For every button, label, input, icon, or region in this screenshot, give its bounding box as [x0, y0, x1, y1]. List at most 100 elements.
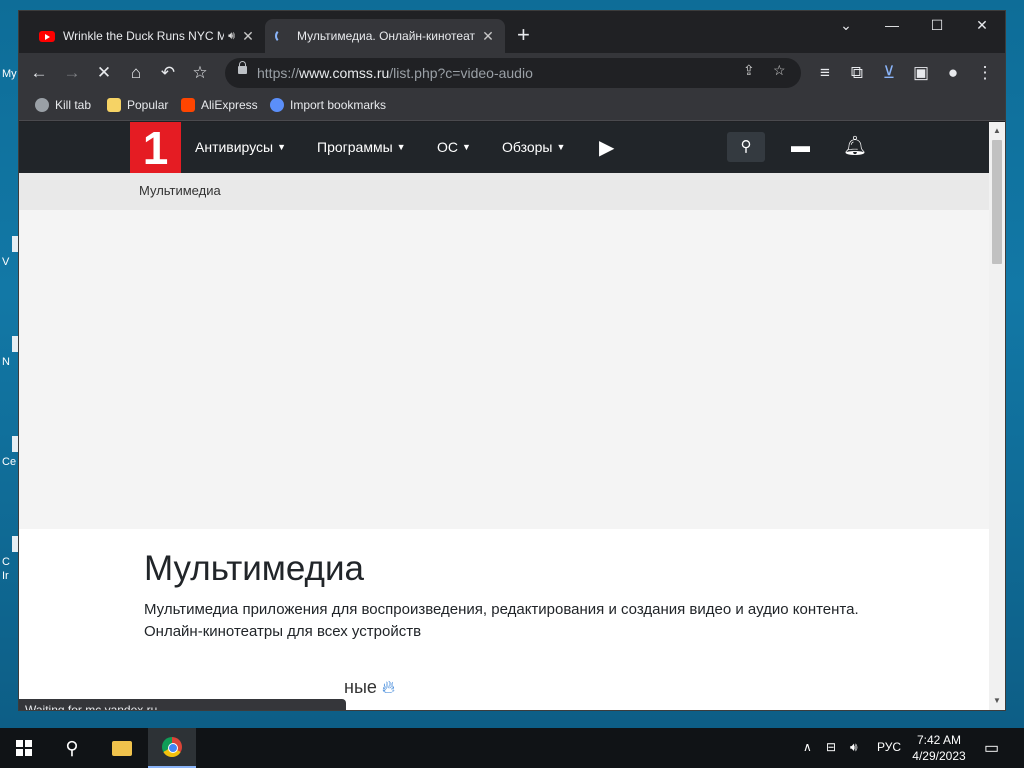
desktop-icon-c[interactable]: C Ir: [0, 536, 18, 592]
gear-icon: [270, 98, 284, 112]
bookmark-aliexpress[interactable]: AliExpress: [181, 98, 258, 112]
caret-down-icon: ▼: [277, 142, 287, 152]
caret-down-icon: ▼: [462, 142, 471, 152]
bookmark-label: Kill tab: [55, 98, 92, 112]
tab-title: Wrinkle the Duck Runs NYC M: [63, 29, 225, 43]
status-bubble: Waiting for mc.yandex.ru...: [19, 699, 346, 710]
clock-time: 7:42 AM: [916, 733, 962, 747]
scroll-down-icon[interactable]: ▼: [993, 696, 1001, 705]
desktop-icon-ce[interactable]: Ce: [0, 436, 18, 492]
desktop-icon-label: Ce: [2, 456, 17, 468]
page-viewport: 1 Антивирусы ▼ Программы ▼ ОС ▼ Обзоры ▼ ▶ ⚲…: [19, 122, 989, 710]
stop-loading-button[interactable]: ✕: [92, 61, 116, 85]
caret-down-icon: ▼: [556, 142, 566, 152]
minimize-button[interactable]: —: [877, 17, 907, 33]
scroll-up-icon[interactable]: ▲: [993, 126, 1001, 135]
bookmark-label: Popular: [127, 98, 169, 112]
share-icon[interactable]: ⇪: [743, 62, 755, 79]
browser-toolbar: ← → ✕ ⌂ ↶ ☆ https://www.comss.ru/list.ph…: [19, 53, 1005, 93]
new-tab-button[interactable]: +: [517, 23, 530, 47]
nav-antivirus[interactable]: Антивирусы ▼: [195, 139, 286, 155]
bookmark-label: Import bookmarks: [290, 98, 387, 112]
tab-youtube[interactable]: Wrinkle the Duck Runs NYC M 🔊︎ ✕: [29, 19, 265, 53]
youtube-icon: [39, 30, 55, 42]
chrome-taskbar-icon[interactable]: [148, 728, 196, 768]
page-scrollbar[interactable]: ▲ ▼: [989, 122, 1005, 710]
file-explorer-icon[interactable]: [98, 728, 146, 768]
undo-icon[interactable]: ↶: [156, 61, 180, 85]
bookmark-star-icon[interactable]: ☆: [773, 62, 786, 79]
nav-label: Обзоры: [502, 139, 553, 155]
site-logo[interactable]: 1: [130, 122, 181, 174]
network-icon[interactable]: ⊟: [826, 740, 836, 754]
windows-icon: [16, 740, 32, 756]
desktop-icon-my-computer[interactable]: My: [0, 48, 18, 104]
play-more-icon[interactable]: ▶: [599, 135, 614, 160]
caret-down-icon: ▼: [396, 142, 406, 152]
page-description: Мультимедиа приложения для воспроизведен…: [144, 601, 859, 640]
nav-programs[interactable]: Программы ▼: [317, 139, 406, 155]
breadcrumb: Мультимедиа: [19, 173, 989, 210]
forward-button[interactable]: →: [60, 61, 84, 85]
bookmark-label: AliExpress: [201, 98, 258, 112]
clock-date: 4/29/2023: [912, 749, 966, 763]
taskbar: ⚲ ∧ ⊟ 🔊︎ РУС 7:42 AM 4/29/2023 ▭: [0, 728, 1024, 768]
speaker-icon[interactable]: 🔊︎: [228, 30, 235, 43]
desktop-icon-n[interactable]: N: [0, 336, 18, 392]
tab-strip: Wrinkle the Duck Runs NYC M 🔊︎ ✕ Мультим…: [19, 11, 1005, 53]
bookmark-popular[interactable]: Popular: [107, 98, 168, 112]
download-icon[interactable]: ⊻: [877, 61, 901, 85]
lock-icon: [238, 61, 247, 74]
desktop-icon-label: Ir: [2, 570, 9, 582]
main-content: Мультимедиа Мультимедиа приложения для в…: [19, 529, 989, 710]
search-icon[interactable]: ⚲: [48, 728, 96, 768]
mouse-cursor: [438, 529, 450, 545]
ad-placeholder: [19, 210, 989, 529]
desktop-icon-label: N: [2, 356, 10, 368]
start-button[interactable]: [0, 728, 48, 768]
nav-label: ОС: [437, 139, 458, 155]
tab-multimedia[interactable]: Мультимедиа. Онлайн-кинотеатры ✕: [265, 19, 505, 53]
bookmarks-bar: Kill tab Popular AliExpress Import bookm…: [19, 93, 1005, 121]
side-panel-icon[interactable]: ▣: [909, 61, 933, 85]
bookmark-import[interactable]: Import bookmarks: [270, 98, 386, 112]
breadcrumb-item[interactable]: Мультимедиа: [139, 183, 221, 198]
nav-reviews[interactable]: Обзоры ▼: [502, 139, 565, 155]
loading-spinner-icon: [275, 29, 289, 43]
close-tab-icon[interactable]: ✕: [481, 28, 495, 45]
tab-search-chevron-icon[interactable]: ⌄: [831, 17, 861, 34]
crop-icon[interactable]: ⧉: [845, 61, 869, 85]
page-title: Мультимедиа: [144, 549, 364, 588]
chat-icon[interactable]: ▬: [791, 136, 810, 158]
volume-icon[interactable]: 🔊︎: [850, 740, 858, 755]
home-button[interactable]: ⌂: [124, 61, 148, 85]
back-button[interactable]: ←: [27, 61, 51, 85]
profile-icon[interactable]: ●: [941, 61, 965, 85]
clock[interactable]: 7:42 AM 4/29/2023: [904, 732, 974, 764]
close-tab-icon[interactable]: ✕: [241, 28, 255, 45]
folder-icon: [107, 98, 121, 112]
maximize-button[interactable]: ☐: [922, 17, 952, 34]
section-heading-text: ные: [344, 677, 377, 697]
browser-window: Wrinkle the Duck Runs NYC M 🔊︎ ✕ Мультим…: [18, 10, 1006, 711]
close-window-button[interactable]: ✕: [967, 17, 997, 34]
nav-os[interactable]: ОС ▼: [437, 139, 471, 155]
url-text: https://www.comss.ru/list.php?c=video-au…: [257, 65, 533, 81]
desktop-icon-label: V: [2, 256, 10, 268]
scroll-thumb[interactable]: [992, 140, 1002, 264]
notifications-icon[interactable]: ▭: [984, 738, 999, 758]
star-icon[interactable]: ☆: [188, 61, 212, 85]
desktop-icon-label: C: [2, 556, 10, 568]
bookmark-kill-tab[interactable]: Kill tab: [35, 98, 91, 112]
menu-icon[interactable]: ⋮: [973, 61, 997, 85]
search-button[interactable]: ⚲: [727, 132, 765, 162]
bell-icon[interactable]: 🔔︎: [843, 134, 867, 158]
address-bar[interactable]: https://www.comss.ru/list.php?c=video-au…: [225, 58, 801, 88]
nav-label: Антивирусы: [195, 139, 274, 155]
nav-label: Программы: [317, 139, 393, 155]
url-path: /list.php?c=video-audio: [389, 65, 533, 81]
reading-list-icon[interactable]: ≡: [813, 61, 837, 85]
desktop-icon-v[interactable]: V: [0, 236, 18, 292]
language-indicator[interactable]: РУС: [877, 740, 901, 754]
chevron-up-icon[interactable]: ∧: [803, 740, 812, 754]
